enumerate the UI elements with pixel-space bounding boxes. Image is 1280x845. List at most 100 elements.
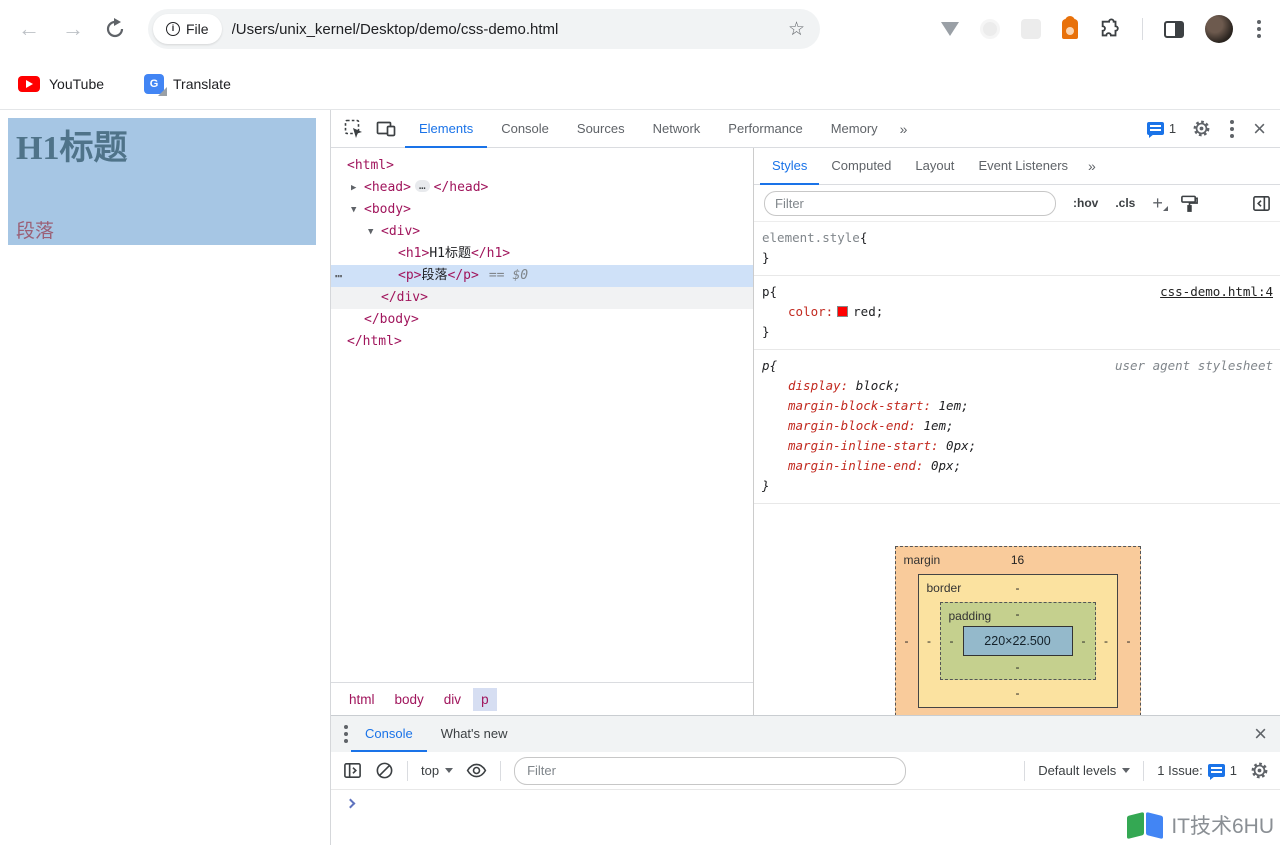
padding-right-value[interactable]: - [1073,634,1095,648]
node-options-icon[interactable]: ⋯ [335,265,343,287]
info-icon[interactable]: i [166,22,180,36]
border-bottom-value[interactable]: - [919,680,1117,707]
property-value[interactable]: 0px; [931,458,961,473]
rule-author-p[interactable]: p {css-demo.html:4 color:red; } [754,275,1280,349]
margin-left-value[interactable]: - [896,634,918,648]
hydrant-extension-icon[interactable] [1062,19,1078,39]
collapse-arrow-icon[interactable]: ▼ [368,221,381,243]
back-icon[interactable]: ← [14,16,44,42]
property-value[interactable]: 1em; [939,398,969,413]
disabled-extension-icon-2[interactable] [1021,19,1041,39]
property-name[interactable]: display: [788,378,848,393]
disabled-extension-icon[interactable] [980,19,1000,39]
box-model-border[interactable]: border - - padding - - 220×22.500 [918,574,1118,708]
inspect-element-icon[interactable] [341,119,367,139]
tree-node-html-close[interactable]: </html> [331,331,753,353]
tab-console[interactable]: Console [487,110,563,148]
console-issues-counter[interactable]: 1 Issue: 1 [1157,763,1237,778]
margin-right-value[interactable]: - [1118,634,1140,648]
property-name[interactable]: margin-inline-end: [788,458,923,473]
selector[interactable]: p [762,356,770,376]
crumb-html[interactable]: html [341,688,383,711]
tree-node-h1[interactable]: <h1>H1标题</h1> [331,243,753,265]
box-model-margin[interactable]: margin 16 - border - - padding - [895,546,1141,736]
live-expression-eye-icon[interactable] [466,763,487,778]
drawer-tab-whats-new[interactable]: What's new [427,716,522,752]
more-tabs-icon[interactable]: » [892,121,915,137]
execution-context-dropdown[interactable]: top [421,763,453,778]
forward-icon[interactable]: → [58,16,88,42]
padding-bottom-value[interactable]: - [941,656,1095,679]
box-model-content[interactable]: 220×22.500 [963,626,1073,656]
property-name[interactable]: color: [788,304,833,319]
collapse-arrow-icon[interactable]: ▼ [351,199,364,221]
extensions-puzzle-icon[interactable] [1099,18,1121,40]
property-name[interactable]: margin-block-end: [788,418,916,433]
url-text[interactable]: /Users/unix_kernel/Desktop/demo/css-demo… [232,21,788,38]
side-panel-icon[interactable] [1164,21,1184,38]
padding-left-value[interactable]: - [941,634,963,648]
bookmark-youtube[interactable]: YouTube [18,76,104,92]
drawer-close-icon[interactable]: × [1254,725,1267,743]
property-value[interactable]: red; [853,304,883,319]
property-value[interactable]: block; [856,378,901,393]
tab-sources[interactable]: Sources [563,110,639,148]
tab-computed[interactable]: Computed [819,148,903,185]
border-left-value[interactable]: - [919,634,940,648]
tab-styles[interactable]: Styles [760,148,819,185]
selector[interactable]: element.style [762,228,860,248]
reload-icon[interactable] [104,18,126,40]
tab-network[interactable]: Network [639,110,715,148]
bookmark-star-icon[interactable]: ☆ [788,18,805,41]
pseudo-state-toggle[interactable]: :hov [1073,196,1098,210]
tree-node-div-close[interactable]: </div> [331,287,753,309]
sidebar-toggle-icon[interactable] [1252,194,1271,213]
tab-elements[interactable]: Elements [405,110,487,148]
element-classes-toggle[interactable]: .cls [1115,196,1135,210]
expand-arrow-icon[interactable]: ▶ [351,177,364,199]
tree-node-div[interactable]: ▼<div> [331,221,753,243]
issues-counter[interactable]: 1 [1147,121,1176,136]
property-value[interactable]: 0px; [946,438,976,453]
crumb-p[interactable]: p [473,688,497,711]
tab-event-listeners[interactable]: Event Listeners [966,148,1080,185]
vue-extension-icon[interactable] [941,22,959,36]
rule-element-style[interactable]: element.style { } [754,222,1280,275]
border-right-value[interactable]: - [1096,634,1117,648]
rendering-emulation-icon[interactable] [1180,194,1199,213]
new-style-rule-icon[interactable]: + [1152,196,1163,210]
crumb-body[interactable]: body [387,688,432,711]
url-bar[interactable]: i File /Users/unix_kernel/Desktop/demo/c… [148,9,820,49]
styles-filter-input[interactable] [764,191,1056,216]
tab-performance[interactable]: Performance [714,110,816,148]
stylesheet-link[interactable]: css-demo.html:4 [1160,282,1273,302]
drawer-tab-console[interactable]: Console [351,716,427,752]
box-model-padding[interactable]: padding - - 220×22.500 - - [940,602,1096,680]
property-value[interactable]: 1em; [923,418,953,433]
tab-layout[interactable]: Layout [903,148,966,185]
bookmark-translate[interactable]: G Translate [144,74,231,94]
tree-node-p-selected[interactable]: ⋯<p>段落</p>==$0 [331,265,753,287]
scheme-chip[interactable]: i File [153,14,222,44]
tree-node-head[interactable]: ▶<head>…</head> [331,177,753,199]
devtools-close-icon[interactable]: × [1253,120,1266,138]
tree-node-body-close[interactable]: </body> [331,309,753,331]
tree-node-html[interactable]: <html> [331,155,753,177]
collapsed-content-badge[interactable]: … [415,180,430,192]
console-filter-input[interactable] [514,757,906,785]
profile-avatar[interactable] [1205,15,1233,43]
settings-gear-icon[interactable] [1192,119,1211,138]
console-prompt-icon[interactable] [346,799,356,809]
log-levels-dropdown[interactable]: Default levels [1038,763,1130,778]
rule-user-agent-p[interactable]: p {user agent stylesheet display: block;… [754,349,1280,503]
drawer-menu-icon[interactable] [341,724,351,744]
device-toolbar-icon[interactable] [373,119,399,139]
crumb-div[interactable]: div [436,688,469,711]
selector[interactable]: p [762,282,770,302]
more-sidebar-tabs-icon[interactable]: » [1080,158,1103,174]
tab-memory[interactable]: Memory [817,110,892,148]
property-name[interactable]: margin-inline-start: [788,438,939,453]
console-sidebar-icon[interactable] [343,761,362,780]
property-name[interactable]: margin-block-start: [788,398,931,413]
devtools-menu-icon[interactable] [1227,119,1237,139]
